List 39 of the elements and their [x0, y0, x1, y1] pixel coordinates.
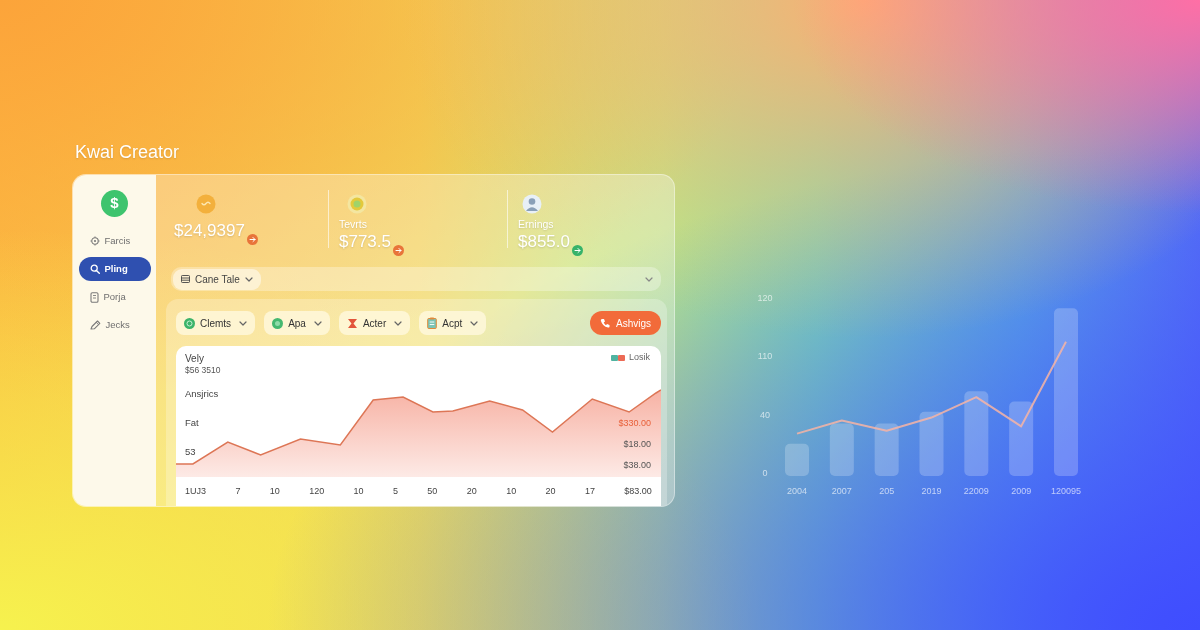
axis-tick-label: 2004: [787, 486, 807, 496]
axis-tick-label: 0: [762, 468, 768, 478]
axis-label: Ansjrics: [185, 388, 219, 400]
axis-tick-label: 120095: [1051, 486, 1081, 496]
axis-label: 10: [353, 485, 364, 497]
stat-label: Tevrts: [339, 218, 367, 230]
axis-tick-label: 2007: [831, 486, 852, 496]
axis-tick-label: 22009: [963, 486, 989, 496]
axis-label: Fat: [185, 417, 199, 429]
axis-label: 17: [584, 485, 595, 497]
axis-tick-label: 120: [757, 293, 773, 303]
axis-label: 20: [545, 485, 556, 497]
axis-label: 110: [757, 351, 773, 362]
chart-title: Vely: [185, 353, 204, 365]
stat-label: Ernings: [518, 218, 554, 230]
axis-tick-label: 2009: [1011, 486, 1032, 496]
axis-label: 120: [309, 485, 325, 497]
stat-value: $855.0: [518, 232, 570, 252]
value-label: $18.00: [623, 438, 651, 450]
axis-tick-label: 205: [879, 486, 895, 496]
value-label: $330.00: [618, 417, 651, 429]
axis-label: 7: [235, 485, 241, 497]
stat-value: $24,9397: [174, 221, 245, 241]
stat-value: $773.5: [339, 232, 391, 252]
axis-label: 10: [269, 485, 280, 497]
axis-label: 5: [392, 485, 398, 497]
app-title: Kwai Creator: [75, 141, 180, 163]
axis-label: 50: [427, 485, 438, 497]
axis-label: 1UJ3: [185, 485, 206, 497]
axis-tick-label: 40: [760, 409, 770, 420]
chart-subtitle: $56 3510: [185, 365, 221, 376]
axis-label: 10: [506, 485, 517, 497]
axis-label: $83.00: [624, 485, 652, 497]
axis-label: 20: [466, 485, 477, 497]
value-label: $38.00: [623, 459, 651, 471]
axis-label: 53: [185, 446, 196, 458]
axis-tick-label: 2019: [921, 486, 942, 496]
app-logo: $: [101, 190, 128, 217]
legend-label: Losik: [629, 352, 650, 363]
